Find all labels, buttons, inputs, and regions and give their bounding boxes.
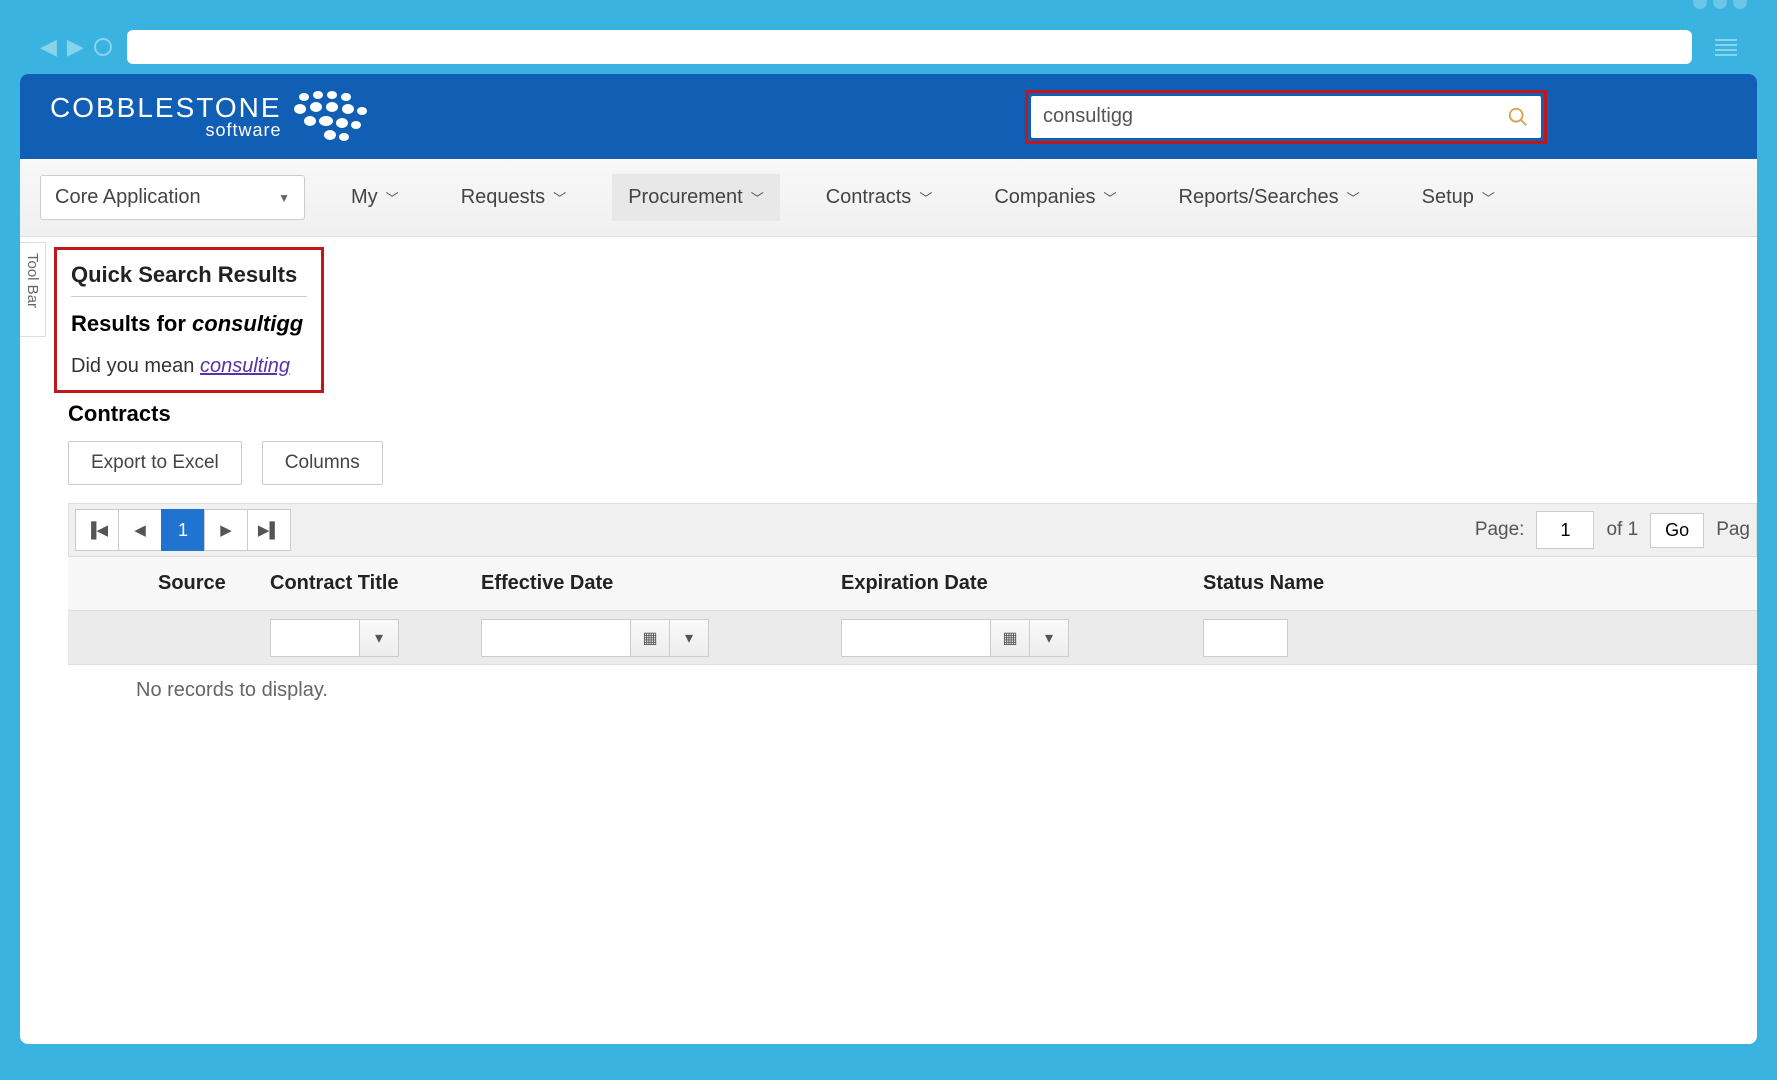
chevron-down-icon: ﹀ xyxy=(919,188,932,207)
chevron-down-icon: ﹀ xyxy=(1347,188,1360,207)
nav-setup[interactable]: Setup﹀ xyxy=(1406,174,1511,221)
main-area: Quick Search Results Results for consult… xyxy=(46,237,1757,1044)
did-you-mean-link[interactable]: consulting xyxy=(200,355,290,377)
did-you-mean: Did you mean consulting xyxy=(71,355,307,378)
calendar-icon: ▦ xyxy=(642,628,657,648)
col-contract-title[interactable]: Contract Title xyxy=(258,572,469,595)
nav-procurement[interactable]: Procurement﹀ xyxy=(612,174,780,221)
nav-my[interactable]: My﹀ xyxy=(335,174,415,221)
window-dot[interactable] xyxy=(1713,0,1727,9)
brand-dots-icon xyxy=(292,87,382,147)
reload-icon[interactable] xyxy=(94,38,112,56)
funnel-icon: ▾ xyxy=(375,628,383,648)
pager-go-button[interactable]: Go xyxy=(1650,513,1704,548)
grid-pager: ▐◀ ◀ 1 ▶ ▶▌ Page: of 1 Go Pag xyxy=(68,503,1757,557)
app-window: COBBLESTONE software xyxy=(20,74,1757,1044)
tool-bar-tab[interactable]: Tool Bar xyxy=(20,242,46,337)
filter-contract-title-input[interactable] xyxy=(270,619,360,657)
filter-button[interactable]: ▾ xyxy=(1029,619,1069,657)
pager-prev-button[interactable]: ◀ xyxy=(118,509,162,551)
url-bar[interactable] xyxy=(127,30,1692,64)
col-expiration-date[interactable]: Expiration Date xyxy=(829,572,1191,595)
filter-status-name-input[interactable] xyxy=(1203,619,1288,657)
filter-effective-date-input[interactable] xyxy=(481,619,631,657)
col-status-name[interactable]: Status Name xyxy=(1191,572,1757,595)
chevron-down-icon: ﹀ xyxy=(751,188,764,207)
dropdown-caret-icon: ▼ xyxy=(278,191,290,205)
app-selector-label: Core Application xyxy=(55,186,201,209)
window-controls xyxy=(1693,0,1747,9)
nav-companies[interactable]: Companies﹀ xyxy=(978,174,1132,221)
forward-icon[interactable]: ▶ xyxy=(67,34,84,60)
col-source[interactable]: Source xyxy=(146,572,258,595)
global-search xyxy=(1025,90,1547,144)
browser-frame: ◀ ▶ COBBLESTONE software xyxy=(0,0,1777,1080)
funnel-icon: ▾ xyxy=(685,628,693,648)
chevron-down-icon: ﹀ xyxy=(553,188,566,207)
chevron-down-icon: ﹀ xyxy=(1482,188,1495,207)
app-selector[interactable]: Core Application ▼ xyxy=(40,175,305,220)
filter-button[interactable]: ▾ xyxy=(669,619,709,657)
funnel-icon: ▾ xyxy=(1045,628,1053,648)
grid-filter-row: ▾ ▦ ▾ ▦ ▾ xyxy=(68,611,1757,665)
page-label: Page: xyxy=(1475,519,1525,541)
top-banner: COBBLESTONE software xyxy=(20,74,1757,159)
results-for: Results for consultigg xyxy=(71,311,307,337)
search-icon[interactable] xyxy=(1507,106,1529,128)
results-highlight: Quick Search Results Results for consult… xyxy=(54,247,324,393)
page-of-label: of 1 xyxy=(1606,519,1638,541)
nav-reports-searches[interactable]: Reports/Searches﹀ xyxy=(1163,174,1376,221)
window-dot[interactable] xyxy=(1693,0,1707,9)
brand-logo[interactable]: COBBLESTONE software xyxy=(50,87,382,147)
filter-button[interactable]: ▾ xyxy=(359,619,399,657)
nav-contracts[interactable]: Contracts﹀ xyxy=(810,174,949,221)
browser-toolbar: ◀ ▶ xyxy=(20,20,1757,74)
search-input[interactable] xyxy=(1043,105,1507,128)
calendar-button[interactable]: ▦ xyxy=(630,619,670,657)
filter-expiration-date-input[interactable] xyxy=(841,619,991,657)
brand-sub: software xyxy=(50,120,282,141)
menu-icon[interactable] xyxy=(1715,39,1737,56)
search-highlight xyxy=(1025,90,1547,144)
search-field xyxy=(1031,96,1541,138)
contracts-heading: Contracts xyxy=(68,401,1757,427)
chevron-down-icon: ﹀ xyxy=(386,188,399,207)
pager-current-page[interactable]: 1 xyxy=(161,509,205,551)
back-icon[interactable]: ◀ xyxy=(40,34,57,60)
page-input[interactable] xyxy=(1536,511,1594,549)
pager-next-button[interactable]: ▶ xyxy=(204,509,248,551)
window-dot[interactable] xyxy=(1733,0,1747,9)
pager-last-button[interactable]: ▶▌ xyxy=(247,509,291,551)
search-term: consultigg xyxy=(192,311,303,336)
main-nav: Core Application ▼ My﹀ Requests﹀ Procure… xyxy=(20,159,1757,237)
action-row: Export to Excel Columns xyxy=(68,441,1757,485)
pager-first-button[interactable]: ▐◀ xyxy=(75,509,119,551)
no-records-message: No records to display. xyxy=(136,679,1757,702)
page-size-label: Pag xyxy=(1716,519,1750,541)
calendar-icon: ▦ xyxy=(1002,628,1017,648)
nav-requests[interactable]: Requests﹀ xyxy=(445,174,583,221)
columns-button[interactable]: Columns xyxy=(262,441,383,485)
col-effective-date[interactable]: Effective Date xyxy=(469,572,829,595)
quick-search-results-title: Quick Search Results xyxy=(71,262,307,297)
chevron-down-icon: ﹀ xyxy=(1104,188,1117,207)
export-to-excel-button[interactable]: Export to Excel xyxy=(68,441,242,485)
content: Tool Bar Quick Search Results Results fo… xyxy=(20,237,1757,1044)
grid-header: Source Contract Title Effective Date Exp… xyxy=(68,557,1757,611)
calendar-button[interactable]: ▦ xyxy=(990,619,1030,657)
browser-nav: ◀ ▶ xyxy=(40,34,112,60)
